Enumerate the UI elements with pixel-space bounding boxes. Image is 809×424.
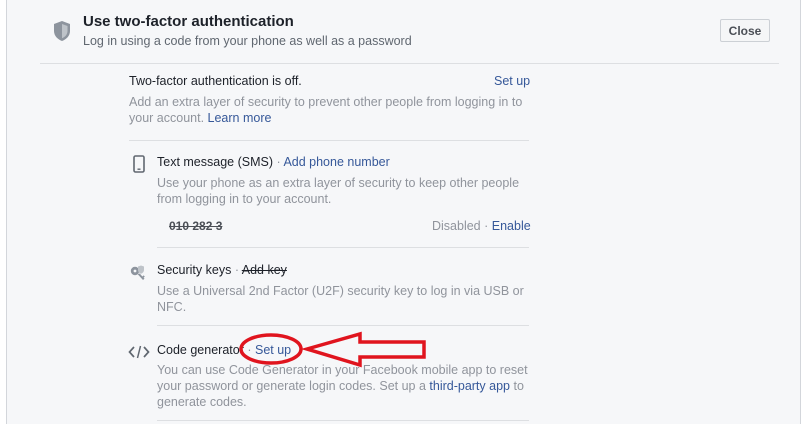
- annotation-overlay: [239, 331, 426, 368]
- pointer-arrow: [300, 331, 426, 368]
- highlight-circle: [239, 333, 303, 365]
